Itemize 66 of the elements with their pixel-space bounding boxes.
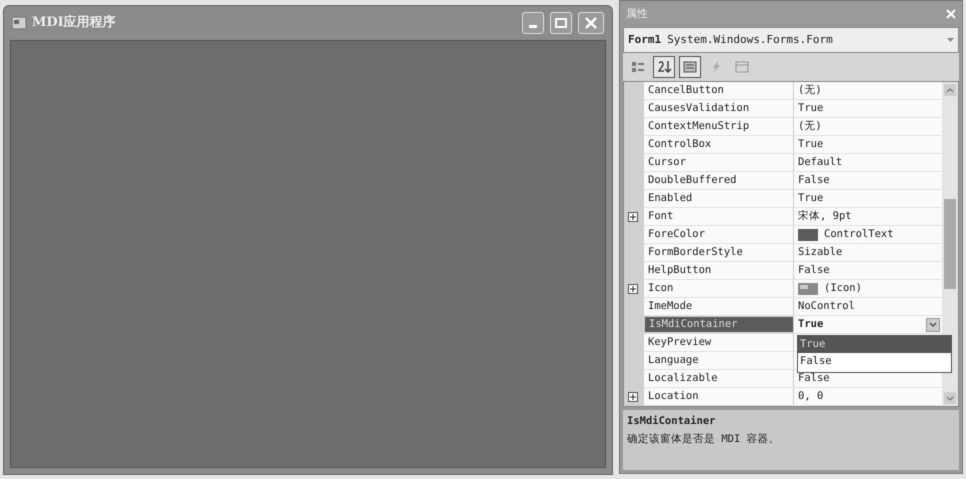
- dropdown-button[interactable]: [926, 318, 940, 332]
- scrollbar[interactable]: [942, 82, 958, 406]
- expand-icon[interactable]: [628, 284, 638, 294]
- property-name[interactable]: Font: [644, 208, 794, 225]
- property-value: False: [798, 262, 830, 278]
- property-name[interactable]: FormBorderStyle: [644, 244, 794, 261]
- property-value: 宋体, 9pt: [798, 208, 852, 224]
- property-name[interactable]: Cursor: [644, 154, 794, 171]
- properties-view-button[interactable]: [679, 56, 701, 78]
- property-name[interactable]: ContextMenuStrip: [644, 118, 794, 135]
- property-value: (无): [798, 82, 822, 98]
- scroll-down-icon[interactable]: [944, 392, 956, 404]
- minimize-icon: [529, 25, 537, 28]
- category-list-icon: [631, 60, 645, 74]
- property-name[interactable]: ImeMode: [644, 298, 794, 315]
- property-value: ControlText: [824, 226, 894, 242]
- close-icon: [585, 17, 597, 29]
- panel-title: 属性: [626, 6, 648, 22]
- property-value: True: [798, 190, 824, 206]
- property-name[interactable]: CancelButton: [644, 82, 794, 99]
- sort-ascending-icon: [656, 59, 672, 75]
- property-name[interactable]: Language: [644, 352, 794, 369]
- window-icon: [735, 60, 749, 74]
- description-text: 确定该窗体是否是 MDI 容器。: [627, 432, 781, 447]
- description-title: IsMdiContainer: [627, 414, 717, 429]
- object-selector[interactable]: Form1 System.Windows.Forms.Form: [623, 27, 959, 53]
- property-value: True: [798, 136, 824, 152]
- property-value: True: [798, 316, 824, 332]
- property-name[interactable]: CausesValidation: [644, 100, 794, 117]
- expand-icon[interactable]: [628, 212, 638, 222]
- property-name[interactable]: ControlBox: [644, 136, 794, 153]
- app-icon: [12, 17, 26, 29]
- property-name[interactable]: Icon: [644, 280, 794, 297]
- property-name[interactable]: DoubleBuffered: [644, 172, 794, 189]
- property-value: False: [798, 370, 830, 386]
- window-title: MDI应用程序: [32, 14, 116, 32]
- dropdown-option[interactable]: True: [798, 336, 951, 353]
- property-value: (无): [798, 118, 822, 134]
- property-value: False: [798, 172, 830, 188]
- property-value: True: [798, 100, 824, 116]
- scroll-up-icon[interactable]: [944, 84, 956, 96]
- property-value: (Icon): [824, 280, 862, 296]
- expand-icon[interactable]: [628, 392, 638, 402]
- list-icon: [683, 60, 697, 74]
- maximize-icon: [555, 18, 567, 28]
- property-value: Default: [798, 154, 842, 170]
- close-icon[interactable]: [946, 9, 956, 19]
- maximize-button[interactable]: [550, 12, 572, 34]
- property-name[interactable]: KeyPreview: [644, 334, 794, 351]
- property-name[interactable]: Localizable: [644, 370, 794, 387]
- property-name[interactable]: Enabled: [644, 190, 794, 207]
- close-button[interactable]: [578, 12, 604, 34]
- property-name[interactable]: ForeColor: [644, 226, 794, 243]
- property-value: NoControl: [798, 298, 855, 314]
- property-value: Sizable: [798, 244, 842, 260]
- scroll-thumb[interactable]: [944, 199, 956, 289]
- caret-icon: [947, 38, 954, 42]
- image-icon: [798, 282, 818, 294]
- property-value: 0, 0: [798, 388, 824, 404]
- property-name[interactable]: IsMdiContainer: [644, 316, 794, 333]
- alphabetical-view-button[interactable]: [653, 56, 675, 78]
- property-name[interactable]: Location: [644, 388, 794, 405]
- property-name[interactable]: HelpButton: [644, 262, 794, 279]
- chevron-down-icon: [929, 322, 937, 327]
- minimize-button[interactable]: [522, 12, 544, 34]
- dropdown-option[interactable]: False: [798, 353, 951, 370]
